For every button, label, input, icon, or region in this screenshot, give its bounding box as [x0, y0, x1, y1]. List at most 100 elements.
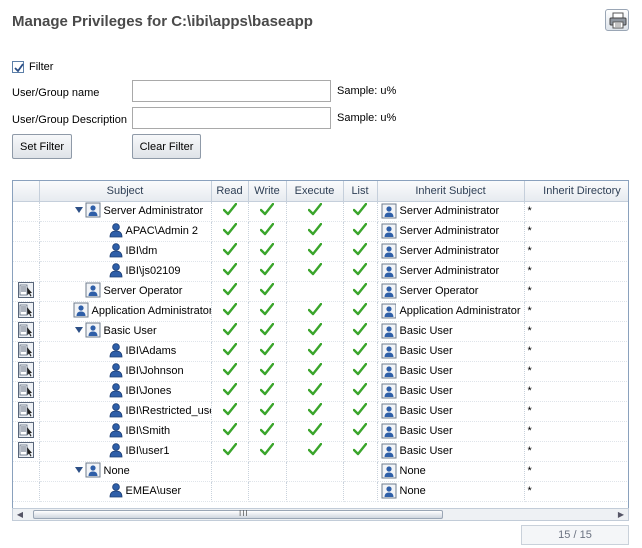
list-cell[interactable]	[343, 201, 378, 222]
execute-cell[interactable]	[286, 361, 344, 382]
subject-cell[interactable]: IBI\dm	[39, 241, 212, 262]
print-button[interactable]	[605, 9, 629, 31]
table-row[interactable]: IBI\Jones Basic User *	[13, 381, 628, 402]
list-cell[interactable]	[343, 281, 378, 302]
column-header-1[interactable]: Subject	[39, 181, 212, 202]
write-cell[interactable]	[248, 461, 287, 482]
write-cell[interactable]	[248, 341, 287, 362]
read-cell[interactable]	[211, 221, 249, 242]
expand-toggle[interactable]	[73, 325, 85, 337]
subject-cell[interactable]: IBI\user1	[39, 441, 212, 462]
read-cell[interactable]	[211, 341, 249, 362]
execute-cell[interactable]	[286, 321, 344, 342]
write-cell[interactable]	[248, 281, 287, 302]
scroll-right-icon[interactable]: ▶	[615, 510, 627, 520]
list-cell[interactable]	[343, 441, 378, 462]
horizontal-scrollbar[interactable]: ◀ III ▶	[12, 508, 629, 521]
subject-cell[interactable]: IBI\js02109	[39, 261, 212, 282]
scroll-thumb[interactable]: III	[33, 509, 443, 519]
subject-cell[interactable]: Basic User	[39, 321, 212, 342]
subject-cell[interactable]: IBI\Adams	[39, 341, 212, 362]
write-cell[interactable]	[248, 421, 287, 442]
read-cell[interactable]	[211, 281, 249, 302]
execute-cell[interactable]	[286, 301, 344, 322]
subject-cell[interactable]: None	[39, 461, 212, 482]
expand-triangle-icon[interactable]	[74, 206, 84, 214]
subject-cell[interactable]: IBI\Jones	[39, 381, 212, 402]
table-row[interactable]: Server Administrator Server Administrato…	[13, 201, 628, 222]
table-row[interactable]: Basic User Basic User *	[13, 321, 628, 342]
execute-cell[interactable]	[286, 281, 344, 302]
list-cell[interactable]	[343, 221, 378, 242]
subject-cell[interactable]: Application Administrator	[39, 301, 212, 322]
read-cell[interactable]	[211, 301, 249, 322]
execute-cell[interactable]	[286, 421, 344, 442]
execute-cell[interactable]	[286, 381, 344, 402]
expand-triangle-icon[interactable]	[74, 466, 84, 474]
read-cell[interactable]	[211, 201, 249, 222]
write-cell[interactable]	[248, 201, 287, 222]
edit-cell[interactable]	[13, 361, 40, 382]
table-row[interactable]: IBI\Adams Basic User *	[13, 341, 628, 362]
edit-cell[interactable]	[13, 281, 40, 302]
subject-cell[interactable]: Server Operator	[39, 281, 212, 302]
read-cell[interactable]	[211, 321, 249, 342]
column-header-3[interactable]: Write	[248, 181, 287, 202]
list-cell[interactable]	[343, 361, 378, 382]
filter-toggle[interactable]: Filter	[12, 61, 53, 73]
list-cell[interactable]	[343, 421, 378, 442]
write-cell[interactable]	[248, 481, 287, 502]
read-cell[interactable]	[211, 261, 249, 282]
edit-cell[interactable]	[13, 401, 40, 422]
subject-cell[interactable]: EMEA\user	[39, 481, 212, 502]
edit-cell[interactable]	[13, 301, 40, 322]
table-row[interactable]: IBI\Johnson Basic User *	[13, 361, 628, 382]
table-row[interactable]: IBI\Smith Basic User *	[13, 421, 628, 442]
write-cell[interactable]	[248, 361, 287, 382]
execute-cell[interactable]	[286, 441, 344, 462]
list-cell[interactable]	[343, 261, 378, 282]
column-header-5[interactable]: List	[343, 181, 378, 202]
list-cell[interactable]	[343, 301, 378, 322]
read-cell[interactable]	[211, 481, 249, 502]
write-cell[interactable]	[248, 401, 287, 422]
write-cell[interactable]	[248, 241, 287, 262]
write-cell[interactable]	[248, 261, 287, 282]
write-cell[interactable]	[248, 441, 287, 462]
read-cell[interactable]	[211, 441, 249, 462]
read-cell[interactable]	[211, 401, 249, 422]
column-header-2[interactable]: Read	[211, 181, 249, 202]
subject-cell[interactable]: Server Administrator	[39, 201, 212, 222]
list-cell[interactable]	[343, 241, 378, 262]
table-row[interactable]: APAC\Admin 2 Server Administrator *	[13, 221, 628, 242]
subject-cell[interactable]: IBI\Smith	[39, 421, 212, 442]
table-row[interactable]: Server Operator Server Operator *	[13, 281, 628, 302]
list-cell[interactable]	[343, 401, 378, 422]
list-cell[interactable]	[343, 481, 378, 502]
execute-cell[interactable]	[286, 221, 344, 242]
expand-toggle[interactable]	[73, 465, 85, 477]
subject-cell[interactable]: APAC\Admin 2	[39, 221, 212, 242]
edit-cell[interactable]	[13, 381, 40, 402]
read-cell[interactable]	[211, 361, 249, 382]
execute-cell[interactable]	[286, 201, 344, 222]
list-cell[interactable]	[343, 461, 378, 482]
table-row[interactable]: None None *	[13, 461, 628, 482]
column-header-7[interactable]: Inherit Directory	[524, 181, 628, 202]
execute-cell[interactable]	[286, 481, 344, 502]
execute-cell[interactable]	[286, 241, 344, 262]
write-cell[interactable]	[248, 221, 287, 242]
write-cell[interactable]	[248, 301, 287, 322]
column-header-6[interactable]: Inherit Subject	[377, 181, 525, 202]
list-cell[interactable]	[343, 321, 378, 342]
column-header-4[interactable]: Execute	[286, 181, 344, 202]
read-cell[interactable]	[211, 421, 249, 442]
expand-toggle[interactable]	[73, 205, 85, 217]
name-filter-input[interactable]	[132, 80, 331, 102]
table-row[interactable]: EMEA\user None *	[13, 481, 628, 502]
execute-cell[interactable]	[286, 341, 344, 362]
list-cell[interactable]	[343, 381, 378, 402]
table-row[interactable]: IBI\user1 Basic User *	[13, 441, 628, 462]
read-cell[interactable]	[211, 381, 249, 402]
execute-cell[interactable]	[286, 401, 344, 422]
